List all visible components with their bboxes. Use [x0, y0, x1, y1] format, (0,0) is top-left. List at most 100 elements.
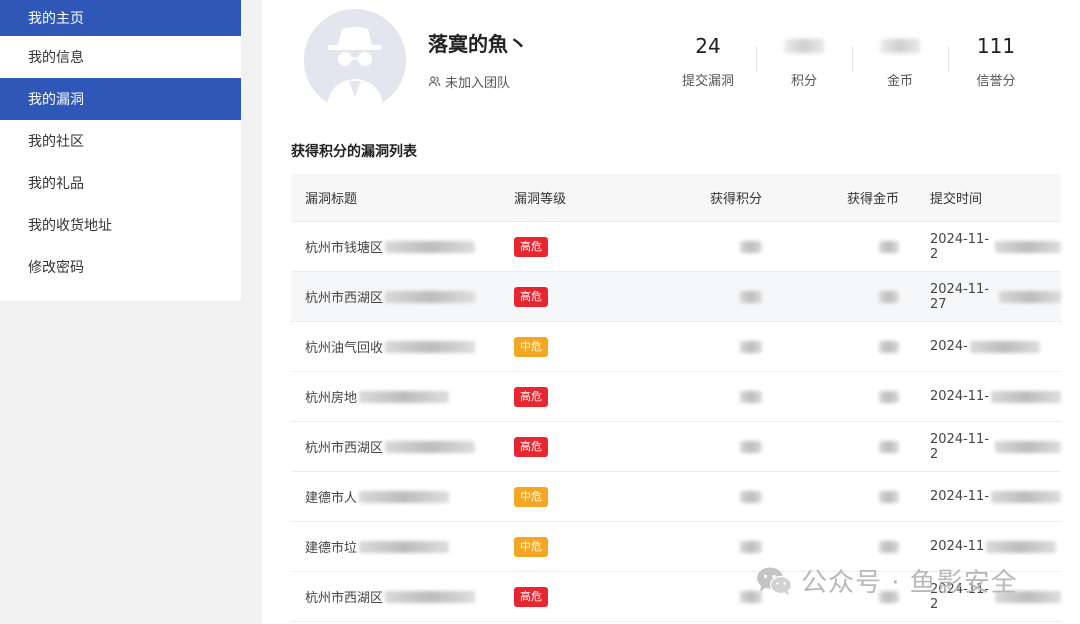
redacted-coins: [879, 490, 899, 503]
row-points: [660, 590, 764, 603]
stat-submitted: 24 提交漏洞: [660, 28, 756, 92]
redacted-text: [385, 440, 476, 453]
row-title-text: 杭州市西湖区: [305, 441, 384, 456]
row-time-text: 2024-11-27: [930, 281, 990, 312]
redacted-time: [991, 390, 1061, 403]
redacted-points: [740, 490, 762, 503]
redacted-coins: [879, 440, 899, 453]
row-title[interactable]: 建德市人: [291, 487, 500, 506]
redacted-text: [359, 540, 450, 553]
row-time: 2024-11-: [901, 489, 1061, 504]
redacted-coins: [879, 540, 899, 553]
row-title[interactable]: 杭州油气回收: [291, 337, 500, 356]
sidebar-item-change-password[interactable]: 修改密码: [0, 246, 241, 288]
sidebar-item-community[interactable]: 我的社区: [0, 120, 241, 162]
row-title[interactable]: 杭州市钱塘区: [291, 237, 500, 256]
redacted-text: [385, 590, 476, 603]
header-level: 漏洞等级: [514, 192, 567, 207]
table-row[interactable]: 建德市人 中危 2024-11-: [291, 472, 1061, 522]
section-title: 获得积分的漏洞列表: [291, 144, 417, 160]
incognito-avatar-icon: [304, 9, 406, 111]
row-time-text: 2024-11-2: [930, 231, 990, 262]
row-time-text: 2024-11: [930, 539, 985, 554]
row-time: 2024-11-2: [901, 232, 1061, 262]
level-badge: 高危: [514, 586, 548, 607]
row-points: [660, 290, 764, 303]
row-title-text: 杭州市西湖区: [305, 591, 384, 606]
sidebar-item-address[interactable]: 我的收货地址: [0, 204, 241, 246]
team-status[interactable]: 未加入团队: [428, 72, 510, 91]
row-time-text: 2024-11-: [930, 489, 990, 504]
redacted-time: [995, 240, 1061, 253]
row-title[interactable]: 杭州房地: [291, 387, 500, 406]
wechat-icon: [757, 567, 793, 595]
row-time: 2024-11-: [901, 389, 1061, 404]
row-coins: [764, 540, 901, 553]
row-time: 2024-11-27: [901, 282, 1061, 312]
row-title-text: 杭州市西湖区: [305, 291, 384, 306]
redacted-text: [385, 290, 476, 303]
table-row[interactable]: 杭州市西湖区 高危 2024-11-2: [291, 422, 1061, 472]
redacted-time: [995, 440, 1061, 453]
redacted-coins: [879, 390, 899, 403]
redacted-time: [991, 490, 1061, 503]
table-row[interactable]: 杭州市钱塘区 高危 2024-11-2: [291, 222, 1061, 272]
row-time: 2024-: [901, 339, 1061, 354]
vulnerability-table: 漏洞标题 漏洞等级 获得积分 获得金币 提交时间 杭州市钱塘区 高危 2024-…: [291, 174, 1061, 622]
redacted-points: [740, 440, 762, 453]
redacted-time: [986, 540, 1057, 553]
row-title-text: 杭州房地: [305, 391, 358, 406]
watermark: 公众号 · 鱼影安全: [755, 562, 1018, 599]
redacted-text: [385, 240, 476, 253]
row-level: 高危: [500, 586, 660, 607]
stat-points-label: 积分: [790, 74, 817, 89]
row-level: 高危: [500, 236, 660, 257]
sidebar-item-vulnerabilities[interactable]: 我的漏洞: [0, 78, 241, 120]
table-row[interactable]: 杭州市西湖区 高危 2024-11-27: [291, 272, 1061, 322]
row-points: [660, 340, 764, 353]
row-time: 2024-11-2: [901, 432, 1061, 462]
redacted-points: [740, 540, 762, 553]
stats-bar: 24 提交漏洞 积分 金币 111 信誉分: [660, 28, 1060, 92]
row-time: 2024-11: [901, 539, 1061, 554]
redacted-points: [740, 290, 762, 303]
stat-submitted-value: 24: [695, 34, 721, 58]
row-time-text: 2024-11-2: [930, 431, 990, 462]
header-title: 漏洞标题: [305, 192, 358, 207]
row-title[interactable]: 杭州市西湖区: [291, 287, 500, 306]
row-coins: [764, 440, 901, 453]
row-title[interactable]: 杭州市西湖区: [291, 437, 500, 456]
row-title-text: 建德市垃: [305, 541, 358, 556]
stat-reputation-value: 111: [976, 34, 1016, 58]
row-level: 中危: [500, 486, 660, 507]
row-title[interactable]: 建德市垃: [291, 537, 500, 556]
header-coins: 获得金币: [846, 192, 899, 207]
username: 落寞的魚丶: [428, 32, 528, 56]
row-points: [660, 240, 764, 253]
team-status-label: 未加入团队: [445, 76, 511, 91]
level-badge: 高危: [514, 436, 548, 457]
table-row[interactable]: 杭州油气回收 中危 2024-: [291, 322, 1061, 372]
redacted-time: [969, 340, 1040, 353]
table-row[interactable]: 杭州房地 高危 2024-11-: [291, 372, 1061, 422]
row-level: 中危: [500, 336, 660, 357]
main-panel: 落寞的魚丶 未加入团队 24 提交漏洞 积分 金币 111 信誉分 获得积分的漏…: [262, 0, 1080, 624]
stat-reputation: 111 信誉分: [948, 28, 1044, 92]
stat-coins-label: 金币: [886, 74, 913, 89]
sidebar-item-info[interactable]: 我的信息: [0, 36, 241, 78]
redacted-coins: [879, 340, 899, 353]
level-badge: 中危: [514, 486, 548, 507]
stat-coins-value-redacted: [880, 39, 920, 53]
row-title-text: 建德市人: [305, 491, 358, 506]
users-icon: [428, 76, 441, 87]
row-coins: [764, 490, 901, 503]
header-points: 获得积分: [709, 192, 762, 207]
level-badge: 高危: [514, 286, 548, 307]
avatar: [304, 9, 406, 111]
row-time-text: 2024-11-: [930, 389, 990, 404]
table-header: 漏洞标题 漏洞等级 获得积分 获得金币 提交时间: [291, 174, 1061, 222]
row-points: [660, 390, 764, 403]
sidebar-item-gifts[interactable]: 我的礼品: [0, 162, 241, 204]
sidebar-item-home[interactable]: 我的主页: [0, 0, 241, 36]
row-title[interactable]: 杭州市西湖区: [291, 587, 500, 606]
